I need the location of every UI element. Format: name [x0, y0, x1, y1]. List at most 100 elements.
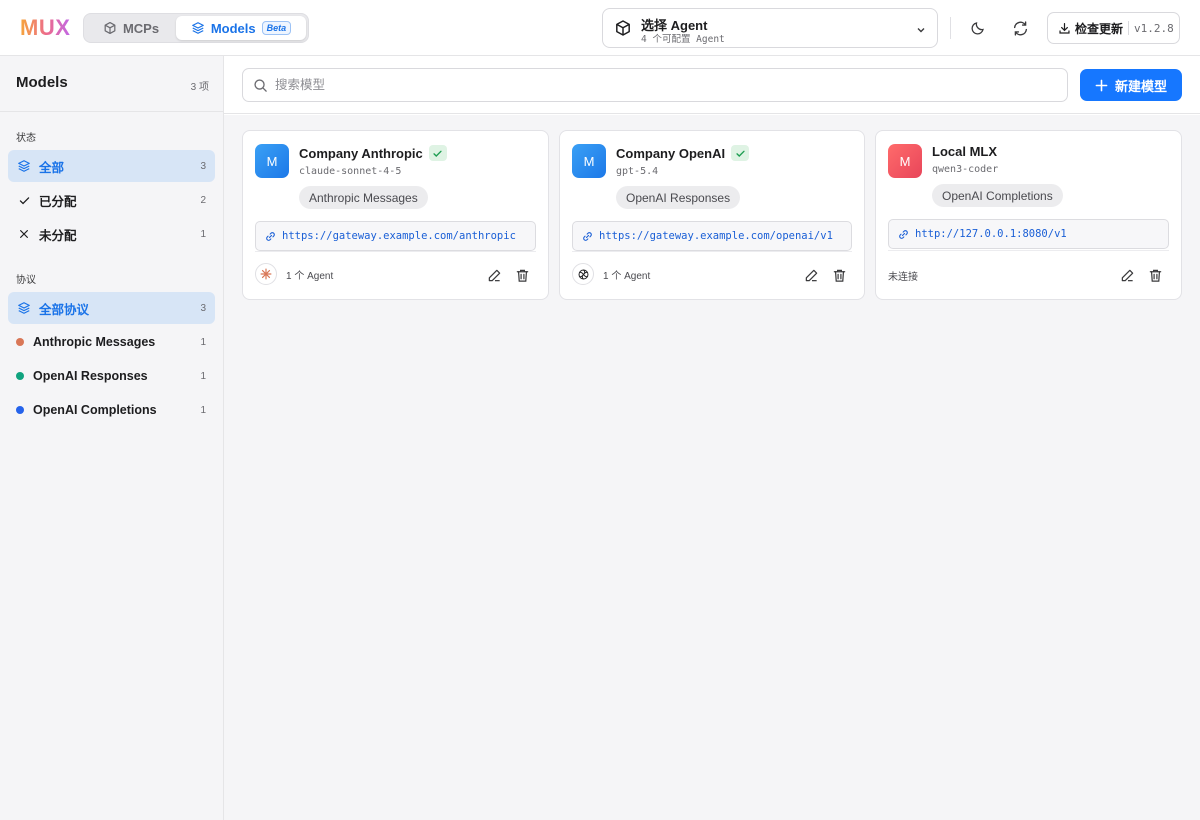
agent-usage: 未连接	[888, 268, 918, 283]
filter-all-count: 3	[200, 160, 206, 172]
pencil-icon	[487, 268, 502, 283]
model-id: claude-sonnet-4-5	[299, 166, 402, 177]
moon-icon	[970, 20, 986, 36]
card-divider	[572, 251, 852, 252]
filter-all-label: 全部	[39, 160, 65, 175]
model-name: Company OpenAI	[616, 145, 726, 161]
protocol-color-dot	[16, 406, 24, 414]
filter-all-protocols-count: 3	[200, 302, 206, 314]
model-id: qwen3-coder	[932, 164, 999, 175]
agent-usage: 1 个 Agent	[572, 263, 650, 285]
endpoint-url-text: https://gateway.example.com/openai/v1	[599, 230, 833, 242]
filter-unassigned-count: 1	[200, 228, 206, 240]
top-bar: MUX MCPs Models Beta 选择 Agent 4 个可配置 Age…	[0, 0, 1200, 56]
endpoint-url-text: http://127.0.0.1:8080/v1	[915, 228, 1067, 240]
protocol-badge: OpenAI Completions	[932, 184, 1063, 207]
model-card[interactable]: M Company Anthropic claude-sonnet-4-5 An…	[242, 130, 549, 300]
model-avatar: M	[255, 144, 289, 178]
layers-icon	[191, 21, 205, 35]
model-avatar: M	[888, 144, 922, 178]
endpoint-url[interactable]: http://127.0.0.1:8080/v1	[888, 219, 1169, 249]
filter-all-protocols[interactable]: 全部协议 3	[8, 292, 215, 324]
delete-button[interactable]	[513, 266, 531, 284]
sidebar-title: Models	[16, 74, 68, 91]
trash-icon	[832, 268, 847, 283]
new-model-label: 新建模型	[1114, 78, 1167, 94]
protocol-badge: Anthropic Messages	[299, 186, 428, 209]
protocol-section-label: 协议	[16, 275, 36, 286]
pencil-icon	[1120, 268, 1135, 283]
model-id: gpt-5.4	[616, 166, 659, 177]
filter-anthropic-messages-count: 1	[200, 336, 206, 348]
tab-models[interactable]: Models Beta	[176, 16, 306, 40]
chevron-down-icon	[915, 23, 927, 41]
filter-all[interactable]: 全部 3	[8, 150, 215, 182]
delete-button[interactable]	[830, 266, 848, 284]
model-name: Company Anthropic	[299, 145, 423, 161]
cube-icon	[103, 21, 117, 35]
filter-assigned-count: 2	[200, 194, 206, 206]
search-input[interactable]	[275, 78, 1045, 92]
endpoint-url[interactable]: https://gateway.example.com/anthropic	[255, 221, 536, 251]
protocol-badge: OpenAI Responses	[616, 186, 741, 209]
protocol-color-dot	[16, 372, 24, 380]
beta-badge: Beta	[261, 21, 292, 35]
endpoint-url[interactable]: https://gateway.example.com/openai/v1	[572, 221, 852, 251]
tab-mcps-label: MCPs	[122, 20, 160, 36]
model-card[interactable]: M Company OpenAI gpt-5.4 OpenAI Response…	[559, 130, 865, 300]
plus-icon	[1095, 79, 1108, 92]
delete-button[interactable]	[1146, 266, 1164, 284]
card-divider	[255, 251, 536, 252]
search-icon	[253, 78, 268, 93]
version-divider	[1128, 21, 1130, 35]
view-switcher: MCPs Models Beta	[83, 13, 309, 43]
refresh-button[interactable]	[1008, 16, 1032, 40]
tab-mcps[interactable]: MCPs	[88, 16, 174, 40]
filter-anthropic-messages-label: Anthropic Messages	[33, 335, 156, 349]
verified-check-icon	[428, 145, 447, 161]
filter-openai-responses[interactable]: OpenAI Responses 1	[8, 360, 215, 392]
edit-button[interactable]	[1118, 266, 1136, 284]
filter-openai-completions-count: 1	[200, 404, 206, 416]
models-grid: M Company Anthropic claude-sonnet-4-5 An…	[224, 115, 1200, 820]
status-section-label: 状态	[16, 133, 36, 144]
model-name-row: Company OpenAI	[616, 145, 750, 161]
agent-usage-text: 1 个 Agent	[286, 270, 334, 282]
link-icon	[898, 229, 909, 240]
openai-icon	[572, 263, 594, 285]
model-card[interactable]: M Local MLX qwen3-coder OpenAI Completio…	[875, 130, 1182, 300]
check-update-button[interactable]: 检查更新 v1.2.8	[1047, 12, 1180, 44]
endpoint-url-text: https://gateway.example.com/anthropic	[282, 230, 516, 242]
search-box	[242, 68, 1068, 102]
new-model-button[interactable]: 新建模型	[1080, 69, 1182, 101]
model-name: Local MLX	[932, 144, 998, 159]
card-divider	[888, 250, 1169, 251]
edit-button[interactable]	[485, 266, 503, 284]
agent-selector-subtitle: 4 个可配置 Agent	[641, 34, 725, 45]
agent-usage: 1 个 Agent	[255, 263, 333, 285]
filter-unassigned-label: 未分配	[39, 228, 77, 243]
model-name-row: Local MLX	[932, 144, 997, 159]
filter-anthropic-messages[interactable]: Anthropic Messages 1	[8, 326, 215, 358]
agent-usage-text: 1 个 Agent	[603, 270, 651, 282]
verified-check-icon	[731, 145, 750, 161]
filter-all-protocols-label: 全部协议	[39, 302, 90, 317]
filter-assigned[interactable]: 已分配 2	[8, 184, 215, 216]
layers-icon	[16, 300, 32, 316]
trash-icon	[515, 268, 530, 283]
pencil-icon	[804, 268, 819, 283]
layers-icon	[16, 158, 32, 174]
download-icon	[1058, 22, 1071, 35]
edit-button[interactable]	[802, 266, 820, 284]
theme-toggle-button[interactable]	[966, 16, 990, 40]
check-icon	[16, 192, 32, 208]
filter-assigned-label: 已分配	[39, 194, 77, 209]
agent-selector[interactable]: 选择 Agent 4 个可配置 Agent	[602, 8, 938, 48]
app-logo: MUX	[20, 15, 71, 40]
filter-openai-responses-count: 1	[200, 370, 206, 382]
filter-openai-completions[interactable]: OpenAI Completions 1	[8, 394, 215, 426]
header-divider	[950, 17, 951, 39]
filter-unassigned[interactable]: 未分配 1	[8, 218, 215, 250]
link-icon	[265, 231, 276, 242]
check-update-label: 检查更新	[1075, 21, 1124, 36]
